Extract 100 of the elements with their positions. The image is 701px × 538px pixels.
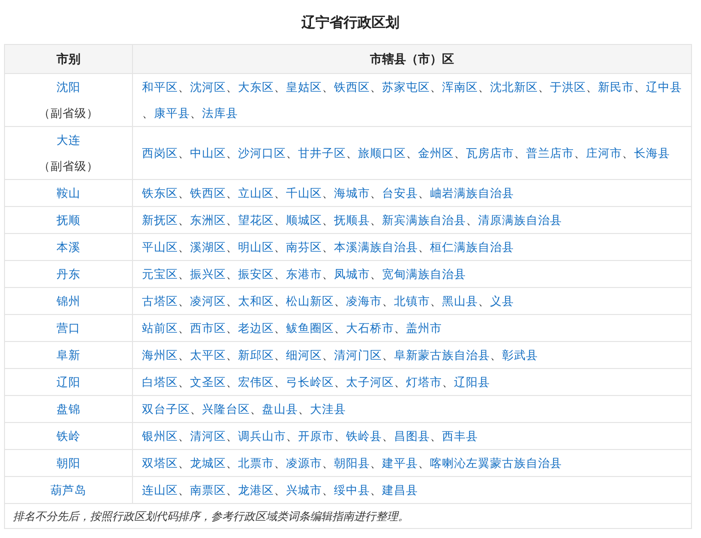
- district-link[interactable]: 太子河区: [346, 375, 394, 389]
- district-link[interactable]: 宽甸满族自治县: [382, 267, 466, 281]
- district-link[interactable]: 于洪区: [550, 80, 586, 94]
- district-link[interactable]: 西丰县: [442, 429, 478, 443]
- district-link[interactable]: 白塔区: [142, 375, 178, 389]
- district-link[interactable]: 弓长岭区: [286, 375, 334, 389]
- district-link[interactable]: 清原满族自治县: [478, 213, 562, 227]
- district-link[interactable]: 调兵山市: [238, 429, 286, 443]
- district-link[interactable]: 振兴区: [190, 267, 226, 281]
- district-link[interactable]: 长海县: [634, 146, 670, 160]
- district-link[interactable]: 盖州市: [406, 321, 442, 335]
- district-link[interactable]: 龙港区: [238, 483, 274, 497]
- district-link[interactable]: 西岗区: [142, 146, 178, 160]
- district-link[interactable]: 普兰店市: [526, 146, 574, 160]
- district-link[interactable]: 康平县: [154, 106, 190, 120]
- district-link[interactable]: 浑南区: [442, 80, 478, 94]
- district-link[interactable]: 和平区: [142, 80, 178, 94]
- district-link[interactable]: 顺城区: [286, 213, 322, 227]
- district-link[interactable]: 铁岭县: [346, 429, 382, 443]
- district-link[interactable]: 瓦房店市: [466, 146, 514, 160]
- district-link[interactable]: 太和区: [238, 294, 274, 308]
- district-link[interactable]: 站前区: [142, 321, 178, 335]
- city-link[interactable]: 葫芦岛: [50, 483, 86, 497]
- district-link[interactable]: 新邱区: [238, 348, 274, 362]
- city-link[interactable]: 鞍山: [56, 186, 80, 200]
- district-link[interactable]: 银州区: [142, 429, 178, 443]
- district-link[interactable]: 甘井子区: [298, 146, 346, 160]
- district-link[interactable]: 金州区: [418, 146, 454, 160]
- district-link[interactable]: 元宝区: [142, 267, 178, 281]
- district-link[interactable]: 南芬区: [286, 240, 322, 254]
- district-link[interactable]: 抚顺县: [334, 213, 370, 227]
- district-link[interactable]: 庄河市: [586, 146, 622, 160]
- district-link[interactable]: 振安区: [238, 267, 274, 281]
- district-link[interactable]: 北镇市: [394, 294, 430, 308]
- district-link[interactable]: 岫岩满族自治县: [430, 186, 514, 200]
- district-link[interactable]: 喀喇沁左翼蒙古族自治县: [430, 456, 562, 470]
- district-link[interactable]: 东港市: [286, 267, 322, 281]
- district-link[interactable]: 灯塔市: [406, 375, 442, 389]
- city-link[interactable]: 铁岭: [56, 429, 80, 443]
- district-link[interactable]: 新民市: [598, 80, 634, 94]
- district-link[interactable]: 太平区: [190, 348, 226, 362]
- city-link[interactable]: 本溪: [56, 240, 80, 254]
- district-link[interactable]: 兴城市: [286, 483, 322, 497]
- district-link[interactable]: 凌海市: [346, 294, 382, 308]
- district-link[interactable]: 东洲区: [190, 213, 226, 227]
- district-link[interactable]: 黑山县: [442, 294, 478, 308]
- district-link[interactable]: 皇姑区: [286, 80, 322, 94]
- district-link[interactable]: 龙城区: [190, 456, 226, 470]
- district-link[interactable]: 铁西区: [190, 186, 226, 200]
- district-link[interactable]: 苏家屯区: [382, 80, 430, 94]
- district-link[interactable]: 昌图县: [394, 429, 430, 443]
- district-link[interactable]: 沙河口区: [238, 146, 286, 160]
- district-link[interactable]: 阜新蒙古族自治县: [394, 348, 490, 362]
- district-link[interactable]: 北票市: [238, 456, 274, 470]
- district-link[interactable]: 新抚区: [142, 213, 178, 227]
- district-link[interactable]: 大石桥市: [346, 321, 394, 335]
- district-link[interactable]: 南票区: [190, 483, 226, 497]
- district-link[interactable]: 辽阳县: [454, 375, 490, 389]
- district-link[interactable]: 溪湖区: [190, 240, 226, 254]
- district-link[interactable]: 古塔区: [142, 294, 178, 308]
- district-link[interactable]: 立山区: [238, 186, 274, 200]
- district-link[interactable]: 海州区: [142, 348, 178, 362]
- city-link[interactable]: 抚顺: [56, 213, 80, 227]
- city-link[interactable]: 沈阳: [56, 80, 80, 94]
- district-link[interactable]: 法库县: [202, 106, 238, 120]
- city-link[interactable]: 大连: [56, 133, 80, 147]
- district-link[interactable]: 双台子区: [142, 402, 190, 416]
- district-link[interactable]: 开原市: [298, 429, 334, 443]
- city-link[interactable]: 盘锦: [56, 402, 80, 416]
- district-link[interactable]: 台安县: [382, 186, 418, 200]
- district-link[interactable]: 大洼县: [310, 402, 346, 416]
- district-link[interactable]: 绥中县: [334, 483, 370, 497]
- district-link[interactable]: 义县: [490, 294, 514, 308]
- district-link[interactable]: 平山区: [142, 240, 178, 254]
- district-link[interactable]: 连山区: [142, 483, 178, 497]
- city-link[interactable]: 营口: [56, 321, 80, 335]
- district-link[interactable]: 松山新区: [286, 294, 334, 308]
- district-link[interactable]: 盘山县: [262, 402, 298, 416]
- district-link[interactable]: 桓仁满族自治县: [430, 240, 514, 254]
- district-link[interactable]: 清河区: [190, 429, 226, 443]
- district-link[interactable]: 双塔区: [142, 456, 178, 470]
- district-link[interactable]: 细河区: [286, 348, 322, 362]
- city-link[interactable]: 辽阳: [56, 375, 80, 389]
- district-link[interactable]: 凌源市: [286, 456, 322, 470]
- district-link[interactable]: 千山区: [286, 186, 322, 200]
- district-link[interactable]: 望花区: [238, 213, 274, 227]
- district-link[interactable]: 兴隆台区: [202, 402, 250, 416]
- district-link[interactable]: 沈北新区: [490, 80, 538, 94]
- city-link[interactable]: 丹东: [56, 267, 80, 281]
- district-link[interactable]: 本溪满族自治县: [334, 240, 418, 254]
- district-link[interactable]: 建平县: [382, 456, 418, 470]
- district-link[interactable]: 清河门区: [334, 348, 382, 362]
- city-link[interactable]: 锦州: [56, 294, 80, 308]
- district-link[interactable]: 彰武县: [502, 348, 538, 362]
- district-link[interactable]: 大东区: [238, 80, 274, 94]
- district-link[interactable]: 老边区: [238, 321, 274, 335]
- district-link[interactable]: 辽中县: [646, 80, 682, 94]
- district-link[interactable]: 铁西区: [334, 80, 370, 94]
- district-link[interactable]: 鲅鱼圈区: [286, 321, 334, 335]
- district-link[interactable]: 宏伟区: [238, 375, 274, 389]
